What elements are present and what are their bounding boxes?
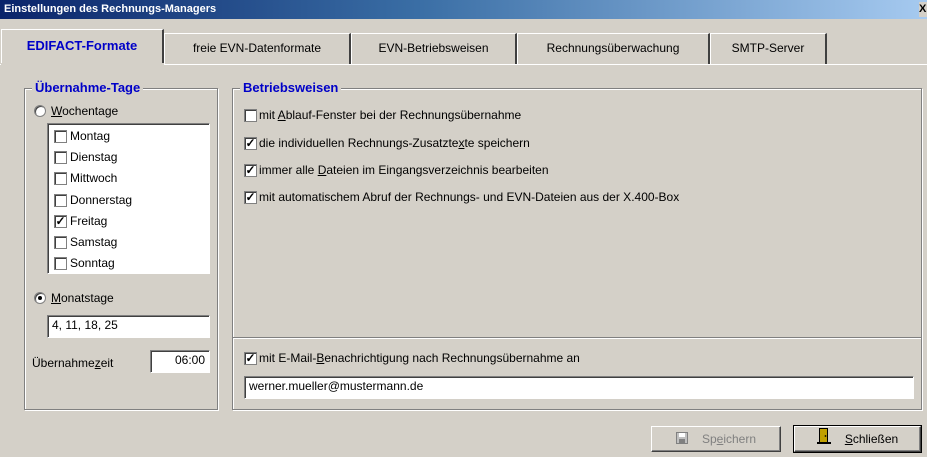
opt-accel: A bbox=[277, 108, 286, 122]
wochentage-radio[interactable] bbox=[34, 105, 46, 117]
betriebsweisen-title: Betriebsweisen bbox=[240, 80, 342, 96]
option-label: immer alle Dateien im Eingangsverzeichni… bbox=[259, 163, 549, 178]
tab-label: SMTP-Server bbox=[731, 41, 805, 55]
opt-pre: mit automatischem Abruf der Rechnungs- u… bbox=[259, 190, 680, 204]
monatstage-label[interactable]: Monatstage bbox=[51, 291, 114, 306]
tab-freie-evn-datenformate[interactable]: freie EVN-Datenformate bbox=[164, 33, 351, 64]
window-titlebar: Einstellungen des Rechnungs-Managers X bbox=[0, 0, 927, 19]
uebernahmezeit-post: eit bbox=[100, 356, 114, 370]
wochentage-label[interactable]: Wochentage bbox=[51, 104, 118, 119]
opt-pre: immer alle bbox=[259, 163, 318, 177]
tab-smtp-server[interactable]: SMTP-Server bbox=[710, 33, 827, 64]
uebernahmezeit-input[interactable]: 06:00 bbox=[150, 350, 210, 373]
tab-edifact-formate[interactable]: EDIFACT-Formate bbox=[1, 29, 164, 65]
option-label: mit automatischem Abruf der Rechnungs- u… bbox=[259, 190, 679, 205]
opt-post: ateien im Eingangsverzeichnis bearbeiten bbox=[326, 163, 549, 177]
day-checkbox[interactable] bbox=[54, 257, 67, 270]
save-button[interactable]: Speichern bbox=[651, 426, 781, 452]
tab-evn-betriebsweisen[interactable]: EVN-Betriebsweisen bbox=[351, 33, 517, 64]
opt-pre: die individuellen Rechnungs-Zusatzte bbox=[259, 136, 459, 150]
email-address-input[interactable]: werner.mueller@mustermann.de bbox=[244, 376, 914, 399]
uebernahme-tage-title: Übernahme-Tage bbox=[32, 80, 144, 96]
option-checkbox-checked[interactable]: ✓ bbox=[244, 164, 257, 177]
wochentage-text: ochentage bbox=[62, 104, 119, 118]
window-title: Einstellungen des Rechnungs-Managers bbox=[4, 3, 217, 15]
close-label-post: chließen bbox=[852, 432, 899, 446]
day-label: Donnerstag bbox=[70, 193, 133, 207]
option-checkbox-checked[interactable]: ✓ bbox=[244, 137, 257, 150]
day-label: Freitag bbox=[70, 214, 108, 228]
day-checkbox[interactable] bbox=[54, 130, 67, 143]
floppy-disk-icon bbox=[675, 428, 688, 452]
tab-label: freie EVN-Datenformate bbox=[192, 41, 322, 55]
option-checkbox-checked[interactable]: ✓ bbox=[244, 352, 257, 365]
option-checkbox-checked[interactable]: ✓ bbox=[244, 191, 257, 204]
save-label-post: ichern bbox=[723, 432, 757, 446]
monatstage-accel: M bbox=[51, 291, 61, 305]
monatstage-text: onatstage bbox=[61, 291, 114, 305]
option-label: mit E-Mail-Benachrichtigung nach Rechnun… bbox=[259, 351, 580, 366]
day-checkbox[interactable] bbox=[54, 236, 67, 249]
wochentage-accel: W bbox=[51, 104, 63, 118]
day-checkbox[interactable] bbox=[54, 194, 67, 207]
tab-label: EVN-Betriebsweisen bbox=[378, 41, 489, 55]
close-label-accel: S bbox=[844, 432, 853, 446]
uebernahmezeit-pre: Übernahme bbox=[32, 356, 95, 370]
day-label: Sonntag bbox=[70, 256, 115, 270]
monatstage-input[interactable]: 4, 11, 18, 25 bbox=[47, 315, 210, 338]
opt-post: te speichern bbox=[464, 136, 530, 150]
wochentage-listbox[interactable]: Montag Dienstag Mittwoch Donnerstag ✓ Fre… bbox=[47, 123, 210, 274]
day-checkbox[interactable] bbox=[54, 151, 67, 164]
monatstage-radio[interactable] bbox=[34, 292, 46, 304]
day-checkbox[interactable] bbox=[54, 172, 67, 185]
day-label: Dienstag bbox=[70, 150, 118, 164]
door-exit-icon bbox=[816, 427, 831, 452]
opt-pre: mit bbox=[259, 108, 278, 122]
tab-label: EDIFACT-Formate bbox=[26, 38, 138, 53]
opt-post: blauf-Fenster bei der Rechnungsübernahme bbox=[285, 108, 522, 122]
uebernahmezeit-label: Übernahmezeit bbox=[32, 356, 113, 371]
option-label: mit Ablauf-Fenster bei der Rechnungsüber… bbox=[259, 108, 521, 123]
day-label: Mittwoch bbox=[70, 171, 118, 185]
tab-active-gap bbox=[1, 63, 164, 66]
day-label: Samstag bbox=[70, 235, 118, 249]
day-label: Montag bbox=[70, 129, 111, 143]
option-checkbox[interactable] bbox=[244, 109, 257, 122]
close-button[interactable]: Schließen bbox=[793, 425, 922, 453]
betriebsweisen-divider-highlight bbox=[233, 338, 921, 339]
opt-post: enachrichtigung nach Rechnungsübernahme … bbox=[324, 351, 580, 365]
day-checkbox-checked[interactable]: ✓ bbox=[54, 215, 67, 228]
tab-label: Rechnungsüberwachung bbox=[546, 41, 680, 55]
close-icon[interactable]: X bbox=[919, 2, 927, 17]
option-label: die individuellen Rechnungs-Zusatztexte … bbox=[259, 136, 530, 151]
opt-pre: mit E-Mail- bbox=[259, 351, 317, 365]
tab-rechnungsueberwachung[interactable]: Rechnungsüberwachung bbox=[517, 33, 710, 64]
save-label-pre: Sp bbox=[701, 432, 717, 446]
